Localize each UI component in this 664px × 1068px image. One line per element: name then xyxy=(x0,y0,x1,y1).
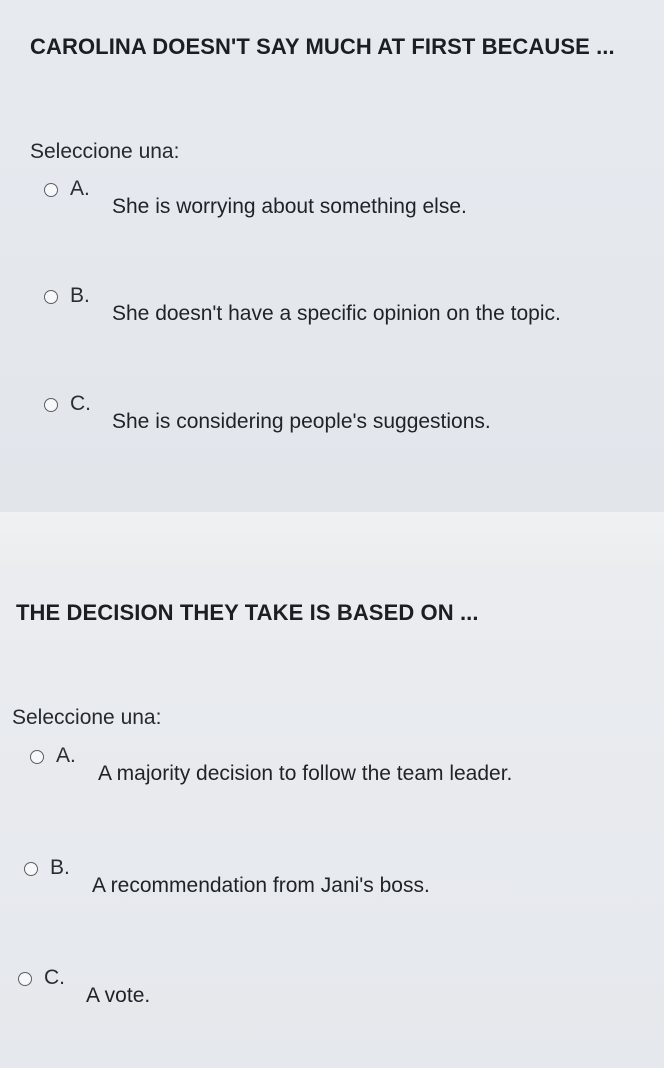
question-card-1: CAROLINA DOESN'T SAY MUCH AT FIRST BECAU… xyxy=(0,0,664,512)
option-letter: C. xyxy=(44,966,65,989)
option-text[interactable]: A vote. xyxy=(86,984,150,1008)
option-letter: C. xyxy=(70,392,91,415)
answer-option-c[interactable]: C. She is considering people's suggestio… xyxy=(0,392,620,440)
radio-button-c[interactable] xyxy=(44,398,58,412)
question-title: THE DECISION THEY TAKE IS BASED ON ... xyxy=(16,600,479,625)
option-text[interactable]: She doesn't have a specific opinion on t… xyxy=(112,302,561,326)
option-letter: B. xyxy=(70,284,90,307)
question-title: CAROLINA DOESN'T SAY MUCH AT FIRST BECAU… xyxy=(30,34,615,59)
answer-option-a[interactable]: A. She is worrying about something else. xyxy=(0,177,620,225)
option-letter: A. xyxy=(56,744,76,767)
question-card-2: THE DECISION THEY TAKE IS BASED ON ... S… xyxy=(0,566,664,1068)
select-one-prompt: Seleccione una: xyxy=(30,140,180,163)
radio-button-a[interactable] xyxy=(30,750,44,764)
answer-option-a[interactable]: A. A majority decision to follow the tea… xyxy=(0,744,620,792)
option-text[interactable]: She is considering people's suggestions. xyxy=(112,410,491,434)
option-letter: B. xyxy=(50,856,70,879)
option-letter: A. xyxy=(70,177,90,200)
radio-button-b[interactable] xyxy=(24,862,38,876)
radio-button-b[interactable] xyxy=(44,290,58,304)
answer-option-b[interactable]: B. She doesn't have a specific opinion o… xyxy=(0,284,620,332)
option-text[interactable]: A recommendation from Jani's boss. xyxy=(92,874,430,898)
answer-option-b[interactable]: B. A recommendation from Jani's boss. xyxy=(0,856,614,904)
radio-button-c[interactable] xyxy=(18,972,32,986)
question-divider xyxy=(0,512,664,566)
option-text[interactable]: She is worrying about something else. xyxy=(112,195,467,219)
answer-option-c[interactable]: C. A vote. xyxy=(0,966,608,1014)
quiz-page: CAROLINA DOESN'T SAY MUCH AT FIRST BECAU… xyxy=(0,0,664,1068)
select-one-prompt: Seleccione una: xyxy=(12,706,162,729)
option-text[interactable]: A majority decision to follow the team l… xyxy=(98,762,512,786)
radio-button-a[interactable] xyxy=(44,183,58,197)
